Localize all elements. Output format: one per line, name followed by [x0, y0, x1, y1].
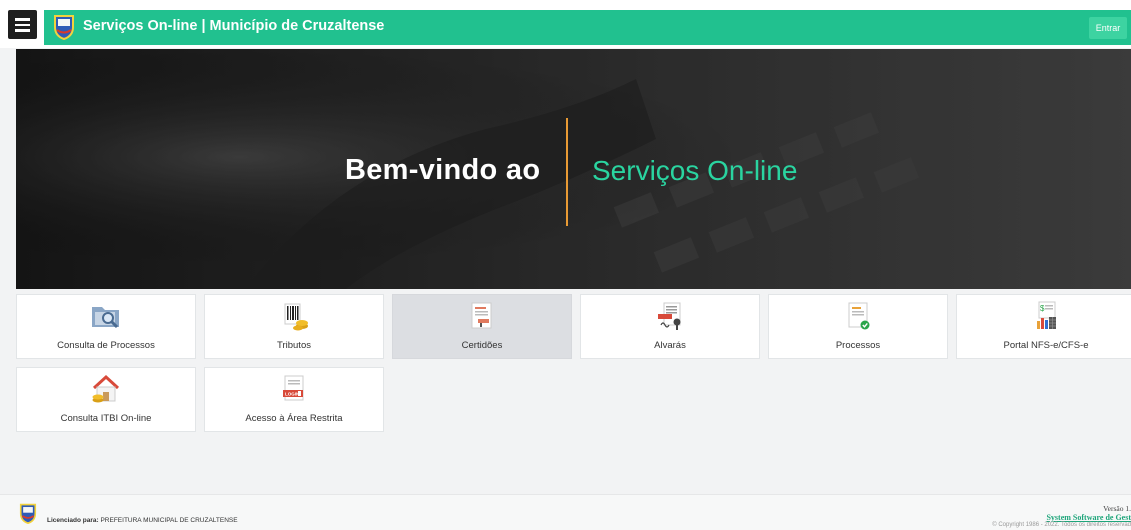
version-text: Versão 1.: [1103, 504, 1131, 513]
tile-acesso-area-restrita[interactable]: LOGIN Acesso à Área Restrita: [204, 367, 384, 432]
hero-banner: Bem-vindo ao Serviços On-line: [16, 49, 1131, 289]
tile-label: Certidões: [461, 340, 503, 351]
login-document-icon: LOGIN: [283, 375, 304, 401]
tile-alvaras[interactable]: Alvarás: [580, 294, 760, 359]
copyright-text: © Copyright 1986 - 2022. Todos os direit…: [992, 522, 1131, 528]
header-bar: Serviços On-line | Município de Cruzalte…: [44, 10, 1131, 45]
tile-label: Consulta de Processos: [57, 340, 155, 351]
folder-search-icon: [92, 307, 119, 329]
license-label: Licenciado para:: [47, 517, 99, 524]
keyboard-background-image: [16, 49, 1131, 289]
certificate-document-icon: [471, 302, 492, 329]
barcode-coins-icon: [284, 303, 308, 331]
tile-consulta-processos[interactable]: Consulta de Processos: [16, 294, 196, 359]
permit-stamp-icon: [658, 302, 681, 330]
menu-icon[interactable]: [8, 10, 37, 39]
tile-label: Consulta ITBI On-line: [60, 413, 152, 424]
tile-label: Acesso à Área Restrita: [245, 413, 343, 424]
tile-label: Portal NFS-e/CFS-e: [1003, 340, 1089, 351]
login-button[interactable]: Entrar: [1089, 17, 1127, 39]
svg-text:$: $: [1040, 304, 1045, 313]
footer: Licenciado para: PREFEITURA MUNICIPAL DE…: [0, 494, 1131, 530]
tile-processos[interactable]: Processos: [768, 294, 948, 359]
tile-tributos[interactable]: Tributos: [204, 294, 384, 359]
top-bar: Serviços On-line | Município de Cruzalte…: [0, 0, 1131, 48]
invoice-chart-icon: $: [1037, 301, 1056, 329]
tile-consulta-itbi[interactable]: Consulta ITBI On-line: [16, 367, 196, 432]
municipal-crest-icon: [19, 503, 37, 524]
tile-label: Tributos: [277, 340, 311, 351]
tile-label: Alvarás: [654, 340, 686, 351]
app-title: Serviços On-line | Município de Cruzalte…: [83, 18, 385, 34]
tile-label: Processos: [835, 340, 881, 351]
tile-certidoes[interactable]: Certidões: [392, 294, 572, 359]
hero-welcome-text: Bem-vindo ao: [345, 154, 541, 186]
municipal-crest-icon: [54, 15, 74, 40]
company-link[interactable]: System Software de Gest: [1046, 513, 1131, 522]
document-check-icon: [848, 302, 870, 330]
house-coins-icon: [92, 374, 120, 403]
hero-divider: [566, 118, 568, 226]
svg-text:LOGIN: LOGIN: [285, 392, 299, 397]
license-text: Licenciado para: PREFEITURA MUNICIPAL DE…: [47, 517, 238, 524]
tile-portal-nfse[interactable]: $ Portal NFS-e/CFS-e: [956, 294, 1131, 359]
license-holder: PREFEITURA MUNICIPAL DE CRUZALTENSE: [100, 517, 238, 524]
hero-service-text: Serviços On-line: [592, 155, 798, 186]
